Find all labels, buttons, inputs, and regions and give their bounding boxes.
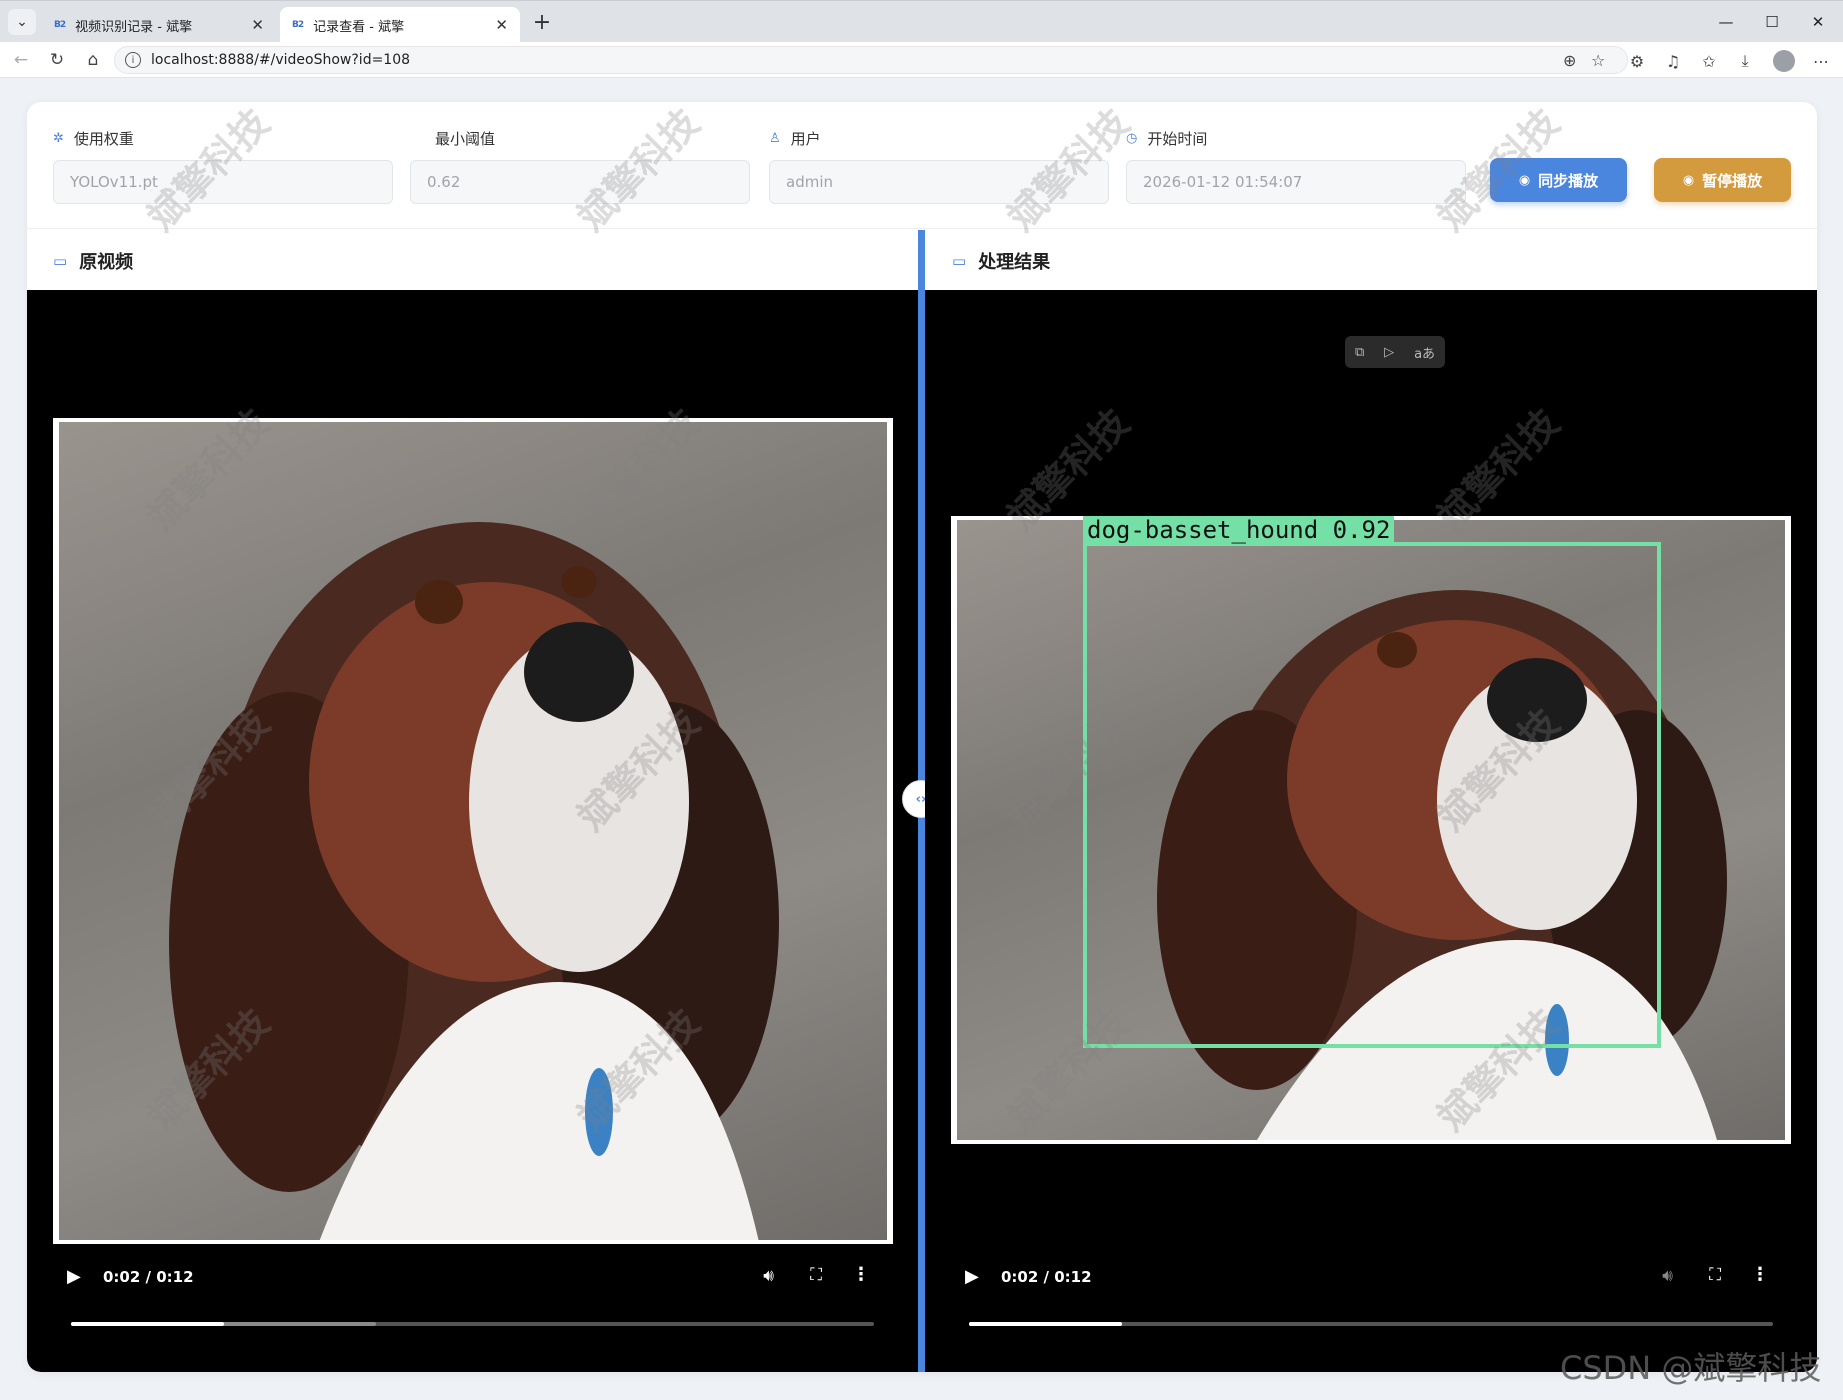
translate-icon[interactable]: aあ bbox=[1414, 343, 1435, 362]
close-window-icon[interactable]: ✕ bbox=[1795, 7, 1841, 37]
site-info-icon[interactable]: i bbox=[125, 52, 141, 68]
pause-circle-icon: ◉ bbox=[1682, 172, 1695, 188]
cpu-icon: ✲ bbox=[53, 131, 64, 146]
browser-tab[interactable]: B2 视频识别记录 - 斌擎 ✕ bbox=[42, 7, 276, 43]
url-input[interactable]: i localhost:8888/#/videoShow?id=108 bbox=[114, 46, 1628, 74]
extensions-icon[interactable]: ⚙ bbox=[1624, 49, 1650, 73]
favorite-star-icon[interactable]: ☆ bbox=[1591, 51, 1605, 70]
downloads-icon[interactable]: ⤓ bbox=[1732, 49, 1758, 73]
fullscreen-icon[interactable]: ⛶ bbox=[810, 1265, 822, 1285]
video-controls: ▶ 0:02 / 0:12 🔊︎ ⛶ ⋮ bbox=[965, 1262, 1777, 1292]
original-video-title: ▭ 原视频 bbox=[53, 252, 134, 273]
new-tab-plus-icon[interactable]: + bbox=[528, 9, 556, 35]
result-video-title: ▭ 处理结果 bbox=[952, 252, 1051, 273]
played-bar bbox=[71, 1322, 224, 1326]
threshold-label: 最小阈值 bbox=[435, 130, 496, 148]
result-video-player[interactable]: ⧉ ▷ aあ dog-basset_hound 0.92 ▶ 0:02 / 0:… bbox=[925, 290, 1817, 1372]
address-bar-row: ← ↻ ⌂ i localhost:8888/#/videoShow?id=10… bbox=[0, 42, 1843, 78]
divider bbox=[27, 228, 1817, 229]
weight-field[interactable]: YOLOv11.pt bbox=[53, 160, 393, 204]
home-icon[interactable]: ⌂ bbox=[80, 48, 106, 72]
result-video-frame: dog-basset_hound 0.92 bbox=[951, 516, 1791, 1144]
clock-icon: ◷ bbox=[1126, 131, 1138, 146]
seek-bar[interactable] bbox=[969, 1322, 1773, 1326]
detection-label: dog-basset_hound 0.92 bbox=[1083, 516, 1395, 544]
site-favicon-icon: B2 bbox=[54, 20, 66, 30]
tab-title: 记录查看 - 斌擎 bbox=[313, 19, 405, 35]
user-icon: ♙ bbox=[769, 131, 781, 146]
dog-photo bbox=[59, 422, 887, 1240]
time-display: 0:02 / 0:12 bbox=[1001, 1268, 1092, 1286]
video-capture-icon[interactable]: ▷ bbox=[1384, 345, 1394, 360]
fullscreen-icon[interactable]: ⛶ bbox=[1709, 1265, 1721, 1285]
record-view-card: ✲ 使用权重 YOLOv11.pt 最小阈值 0.62 ♙ 用户 admin ◷… bbox=[27, 102, 1817, 1372]
close-tab-icon[interactable]: ✕ bbox=[495, 16, 508, 34]
site-favicon-icon: B2 bbox=[292, 20, 304, 30]
detection-bounding-box bbox=[1083, 542, 1661, 1048]
original-video-frame bbox=[53, 418, 893, 1244]
profile-avatar[interactable] bbox=[1773, 50, 1795, 72]
pause-play-button[interactable]: ◉ 暂停播放 bbox=[1654, 158, 1791, 202]
seek-bar[interactable] bbox=[71, 1322, 874, 1326]
user-field[interactable]: admin bbox=[769, 160, 1109, 204]
played-bar bbox=[969, 1322, 1122, 1326]
csdn-watermark: CSDN @斌擎科技 bbox=[1560, 1349, 1822, 1387]
zoom-icon[interactable]: ⊕ bbox=[1563, 51, 1576, 70]
tab-list-chevron-icon[interactable]: ⌄ bbox=[8, 9, 36, 35]
pip-toolbar: ⧉ ▷ aあ bbox=[1345, 336, 1445, 368]
threshold-field[interactable]: 0.62 bbox=[410, 160, 750, 204]
more-options-icon[interactable]: ⋮ bbox=[1751, 1264, 1769, 1285]
start-time-field[interactable]: 2026-01-12 01:54:07 bbox=[1126, 160, 1466, 204]
video-controls: ▶ 0:02 / 0:12 🔊︎ ⛶ ⋮ bbox=[67, 1262, 878, 1292]
monitor-icon: ▭ bbox=[952, 252, 967, 270]
basset-hound-image bbox=[169, 522, 779, 1240]
reload-icon[interactable]: ↻ bbox=[44, 48, 70, 72]
page-background: ✲ 使用权重 YOLOv11.pt 最小阈值 0.62 ♙ 用户 admin ◷… bbox=[0, 78, 1843, 1400]
tab-title: 视频识别记录 - 斌擎 bbox=[75, 19, 193, 35]
sync-play-button[interactable]: ◉ 同步播放 bbox=[1490, 158, 1627, 202]
play-icon[interactable]: ▶ bbox=[67, 1266, 81, 1287]
picture-in-picture-icon[interactable]: ⧉ bbox=[1355, 345, 1364, 360]
browser-essentials-icon[interactable]: ♫ bbox=[1660, 49, 1686, 73]
back-arrow-icon[interactable]: ← bbox=[8, 48, 34, 72]
video-camera-icon: ▭ bbox=[53, 252, 68, 270]
play-circle-icon: ◉ bbox=[1518, 172, 1531, 188]
volume-muted-icon[interactable]: 🔊︎ bbox=[1662, 1266, 1673, 1286]
close-tab-icon[interactable]: ✕ bbox=[251, 16, 264, 34]
weight-label: ✲ 使用权重 bbox=[53, 130, 134, 148]
start-time-label: ◷ 开始时间 bbox=[1126, 130, 1208, 148]
user-label: ♙ 用户 bbox=[769, 130, 821, 148]
browser-tab-strip: ⌄ B2 视频识别记录 - 斌擎 ✕ B2 记录查看 - 斌擎 ✕ + — ☐ … bbox=[0, 0, 1843, 43]
play-icon[interactable]: ▶ bbox=[965, 1266, 979, 1287]
original-video-player[interactable]: ▶ 0:02 / 0:12 🔊︎ ⛶ ⋮ bbox=[27, 290, 918, 1372]
minimize-icon[interactable]: — bbox=[1703, 7, 1749, 37]
browser-tab-active[interactable]: B2 记录查看 - 斌擎 ✕ bbox=[280, 7, 520, 43]
url-text: localhost:8888/#/videoShow?id=108 bbox=[151, 52, 411, 68]
more-menu-icon[interactable]: ⋯ bbox=[1808, 49, 1834, 73]
volume-icon[interactable]: 🔊︎ bbox=[763, 1266, 774, 1286]
maximize-icon[interactable]: ☐ bbox=[1749, 7, 1795, 37]
more-options-icon[interactable]: ⋮ bbox=[852, 1264, 870, 1285]
favorites-list-icon[interactable]: ✩ bbox=[1696, 49, 1722, 73]
time-display: 0:02 / 0:12 bbox=[103, 1268, 194, 1286]
